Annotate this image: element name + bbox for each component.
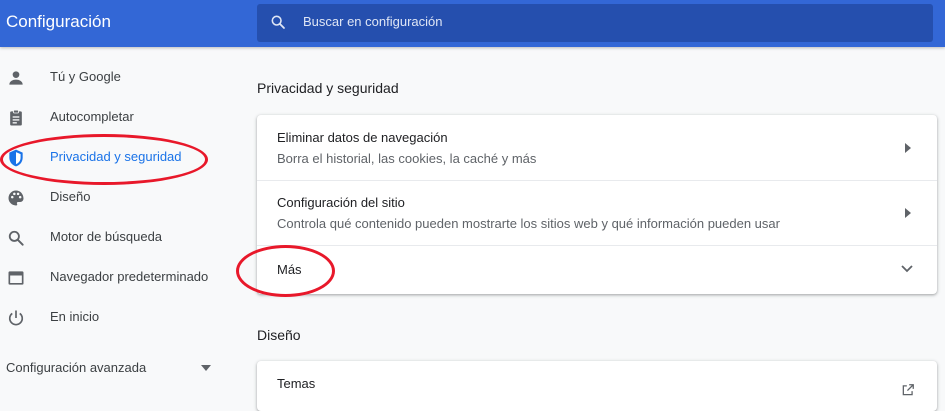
- arrow-right-icon: [905, 208, 911, 218]
- sidebar-item-search-engine[interactable]: Motor de búsqueda: [0, 217, 230, 257]
- open-external-icon: [902, 384, 914, 396]
- privacy-card: Eliminar datos de navegación Borra el hi…: [257, 115, 937, 294]
- advanced-settings-toggle[interactable]: Configuración avanzada: [0, 354, 230, 384]
- sidebar-item-default-browser[interactable]: Navegador predeterminado: [0, 257, 230, 297]
- clear-browsing-data-row[interactable]: Eliminar datos de navegación Borra el hi…: [257, 115, 937, 180]
- app-header: Configuración Buscar en configuración: [0, 0, 945, 47]
- arrow-right-icon: [905, 143, 911, 153]
- search-icon: [271, 15, 285, 29]
- row-title: Configuración del sitio: [277, 195, 405, 210]
- app-title: Configuración: [6, 12, 111, 31]
- sidebar-item-design[interactable]: Diseño: [0, 177, 230, 217]
- search-icon: [8, 230, 24, 246]
- shield-icon: [9, 149, 23, 167]
- privacy-section-title: Privacidad y seguridad: [257, 80, 399, 96]
- power-icon: [8, 310, 24, 326]
- browser-window-icon: [8, 271, 24, 285]
- design-section-title: Diseño: [257, 327, 301, 343]
- row-subtitle: Borra el historial, las cookies, la cach…: [277, 151, 537, 166]
- sidebar-item-on-startup[interactable]: En inicio: [0, 297, 230, 337]
- chevron-down-icon: [901, 265, 913, 273]
- row-title: Eliminar datos de navegación: [277, 130, 448, 145]
- advanced-settings-label: Configuración avanzada: [6, 360, 147, 375]
- search-input[interactable]: Buscar en configuración: [303, 14, 442, 29]
- row-title: Más: [277, 262, 302, 277]
- palette-icon: [8, 190, 24, 206]
- more-row[interactable]: Más: [257, 246, 937, 294]
- themes-row[interactable]: Temas: [257, 361, 937, 411]
- caret-down-icon: [201, 365, 211, 371]
- row-subtitle: Controla qué contenido pueden mostrarte …: [277, 216, 780, 231]
- person-icon: [9, 71, 23, 85]
- row-title: Temas: [277, 376, 316, 391]
- site-settings-row[interactable]: Configuración del sitio Controla qué con…: [257, 181, 937, 245]
- sidebar-item-label: Autocompletar: [50, 109, 134, 124]
- sidebar-item-label: Tú y Google: [50, 69, 121, 84]
- sidebar-item-label: Diseño: [50, 189, 91, 204]
- sidebar-item-you-and-google[interactable]: Tú y Google: [0, 57, 230, 97]
- sidebar: Tú y Google Autocompletar Privacidad y s…: [0, 47, 235, 393]
- sidebar-item-autofill[interactable]: Autocompletar: [0, 97, 230, 137]
- sidebar-item-label: Motor de búsqueda: [50, 229, 163, 244]
- sidebar-item-privacy[interactable]: Privacidad y seguridad: [0, 137, 230, 177]
- sidebar-item-label: Navegador predeterminado: [50, 269, 209, 284]
- sidebar-item-label: Privacidad y seguridad: [50, 149, 182, 164]
- sidebar-item-label: En inicio: [50, 309, 100, 324]
- clipboard-icon: [10, 109, 22, 126]
- search-box[interactable]: Buscar en configuración: [257, 4, 933, 42]
- design-card: Temas: [257, 361, 937, 411]
